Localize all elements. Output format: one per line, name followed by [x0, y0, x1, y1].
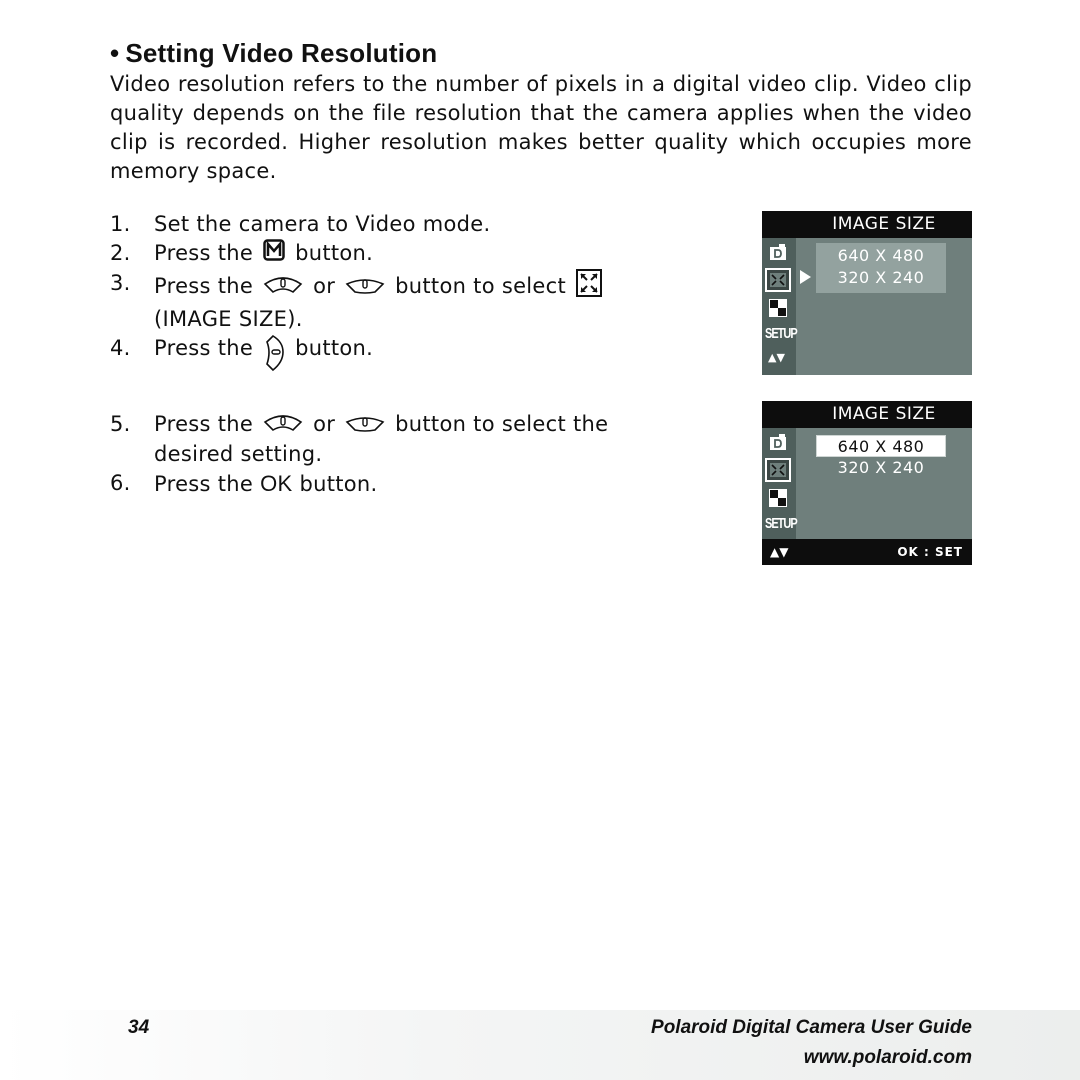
menu-m-button-icon — [263, 239, 285, 269]
step-3: 3. Press the or button to select (IMAGE … — [110, 269, 670, 334]
step-number: 3. — [110, 271, 131, 295]
step-5: 5. Press the or button to select the des… — [110, 410, 670, 469]
step-text-mid: or — [313, 274, 336, 298]
step-number: 4. — [110, 336, 131, 360]
setup-icon: SETUP — [765, 326, 798, 342]
step-2: 2. Press the button. — [110, 239, 670, 269]
image-size-icon — [765, 458, 791, 482]
step-text-post: button to select — [395, 274, 567, 298]
camera-screen-menu: IMAGE SIZE SETUP ▲▼ 640 X 480 320 X 240 — [762, 211, 972, 375]
website-link[interactable]: www.polaroid.com — [804, 1047, 972, 1069]
pointer-arrow-icon — [800, 270, 811, 284]
step-number: 1. — [110, 212, 131, 236]
ok-button-label: OK — [260, 470, 293, 496]
camera-screen-submenu: IMAGE SIZE SETUP 640 X 480 320 X 240 ▲▼ … — [762, 401, 972, 565]
right-nav-button-icon — [263, 334, 285, 380]
step-text-post: button. — [295, 336, 374, 360]
option-640x480[interactable]: 640 X 480 — [816, 245, 946, 267]
image-size-icon — [765, 268, 791, 292]
step-number: 6. — [110, 470, 131, 495]
steps-list-2: 5. Press the or button to select the des… — [110, 410, 670, 499]
step-1: 1. Set the camera to Video mode. — [110, 210, 670, 239]
step-text-mid: or — [313, 412, 336, 436]
screen-title: IMAGE SIZE — [762, 401, 972, 428]
step-number: 5. — [110, 412, 131, 436]
step-text-line2: desired setting. — [154, 441, 323, 466]
page-footer: 34 Polaroid Digital Camera User Guide ww… — [0, 1010, 1080, 1080]
step-text-pre: Press the — [154, 241, 254, 265]
up-button-icon — [263, 411, 303, 440]
screen-sidebar: SETUP — [762, 428, 798, 539]
quality-icon — [769, 299, 787, 317]
ok-set-hint: OK : SET — [897, 545, 963, 559]
steps-list-1: 1. Set the camera to Video mode. 2. Pres… — [110, 210, 670, 380]
intro-paragraph: Video resolution refers to the number of… — [110, 72, 972, 183]
step-text-post: button. — [295, 241, 374, 265]
up-down-icon: ▲▼ — [768, 351, 785, 364]
up-button-icon — [263, 273, 303, 302]
step-text-post: button. — [299, 471, 378, 496]
guide-title: Polaroid Digital Camera User Guide — [651, 1017, 972, 1038]
step-text-pre: Press the — [154, 336, 254, 360]
camera-mode-icon — [770, 434, 786, 450]
option-320x240[interactable]: 320 X 240 — [816, 267, 946, 289]
screen-title: IMAGE SIZE — [762, 211, 972, 238]
step-text-pre: Press the — [154, 274, 254, 298]
up-down-icon: ▲▼ — [770, 545, 789, 559]
step-text-pre: Press the — [154, 471, 254, 496]
screen-footer-bar: ▲▼ OK : SET — [762, 539, 972, 565]
setup-icon: SETUP — [765, 516, 798, 532]
step-6: 6. Press the OK button. — [110, 469, 670, 499]
step-text-line2: (IMAGE SIZE). — [154, 307, 303, 331]
option-640x480-selected[interactable]: 640 X 480 — [816, 435, 946, 457]
down-button-icon — [345, 411, 385, 440]
option-320x240[interactable]: 320 X 240 — [816, 457, 946, 479]
heading-bullet: • — [110, 38, 120, 68]
quality-icon — [769, 489, 787, 507]
step-text: Set the camera to Video mode. — [154, 212, 491, 236]
screen-sidebar: SETUP ▲▼ — [762, 238, 798, 375]
step-text-pre: Press the — [154, 412, 254, 436]
section-heading: • Setting Video Resolution — [110, 38, 437, 69]
step-4: 4. Press the button. — [110, 334, 670, 380]
step-number: 2. — [110, 241, 131, 265]
down-button-icon — [345, 273, 385, 302]
step-text-post: button to select the — [395, 412, 609, 436]
camera-mode-icon — [770, 244, 786, 260]
heading-title: Setting Video Resolution — [125, 38, 438, 68]
page-number: 34 — [128, 1017, 150, 1038]
image-size-icon — [576, 269, 603, 305]
